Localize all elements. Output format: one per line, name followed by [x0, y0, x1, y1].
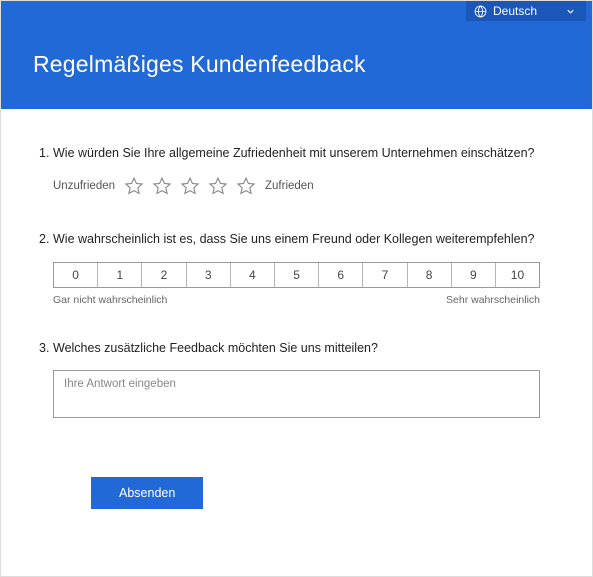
- question-3: 3. Welches zusätzliche Feedback möchten …: [39, 340, 554, 423]
- question-number: 2.: [39, 231, 51, 247]
- question-text: Wie wahrscheinlich ist es, dass Sie uns …: [53, 231, 535, 247]
- nps-0[interactable]: 0: [54, 263, 98, 287]
- nps-scale: 0 1 2 3 4 5 6 7 8 9 10: [53, 262, 540, 288]
- nps-low-label: Gar nicht wahrscheinlich: [53, 294, 167, 306]
- nps-2[interactable]: 2: [142, 263, 186, 287]
- rating-high-label: Zufrieden: [265, 180, 314, 192]
- rating-low-label: Unzufrieden: [53, 180, 115, 192]
- survey-header: Deutsch Regelmäßiges Kundenfeedback: [1, 1, 592, 109]
- page-title: Regelmäßiges Kundenfeedback: [33, 51, 366, 78]
- nps-high-label: Sehr wahrscheinlich: [446, 294, 540, 306]
- star-3[interactable]: [179, 175, 201, 197]
- star-1[interactable]: [123, 175, 145, 197]
- nps-6[interactable]: 6: [319, 263, 363, 287]
- question-text: Wie würden Sie Ihre allgemeine Zufrieden…: [53, 145, 535, 161]
- star-2[interactable]: [151, 175, 173, 197]
- nps-10[interactable]: 10: [496, 263, 539, 287]
- rating-stars: Unzufrieden Zufrieden: [39, 175, 554, 197]
- language-selector[interactable]: Deutsch: [466, 1, 586, 21]
- question-2: 2. Wie wahrscheinlich ist es, dass Sie u…: [39, 231, 554, 305]
- star-4[interactable]: [207, 175, 229, 197]
- question-number: 3.: [39, 340, 51, 356]
- nps-3[interactable]: 3: [187, 263, 231, 287]
- nps-4[interactable]: 4: [231, 263, 275, 287]
- nps-9[interactable]: 9: [452, 263, 496, 287]
- language-label: Deutsch: [493, 4, 559, 18]
- question-number: 1.: [39, 145, 51, 161]
- globe-icon: [474, 5, 487, 18]
- survey-body: 1. Wie würden Sie Ihre allgemeine Zufrie…: [1, 109, 592, 509]
- nps-7[interactable]: 7: [363, 263, 407, 287]
- nps-1[interactable]: 1: [98, 263, 142, 287]
- submit-button[interactable]: Absenden: [91, 477, 203, 509]
- star-5[interactable]: [235, 175, 257, 197]
- nps-5[interactable]: 5: [275, 263, 319, 287]
- feedback-textarea[interactable]: [53, 370, 540, 418]
- nps-8[interactable]: 8: [408, 263, 452, 287]
- question-text: Welches zusätzliche Feedback möchten Sie…: [53, 340, 378, 356]
- question-1: 1. Wie würden Sie Ihre allgemeine Zufrie…: [39, 145, 554, 197]
- chevron-down-icon: [565, 6, 576, 17]
